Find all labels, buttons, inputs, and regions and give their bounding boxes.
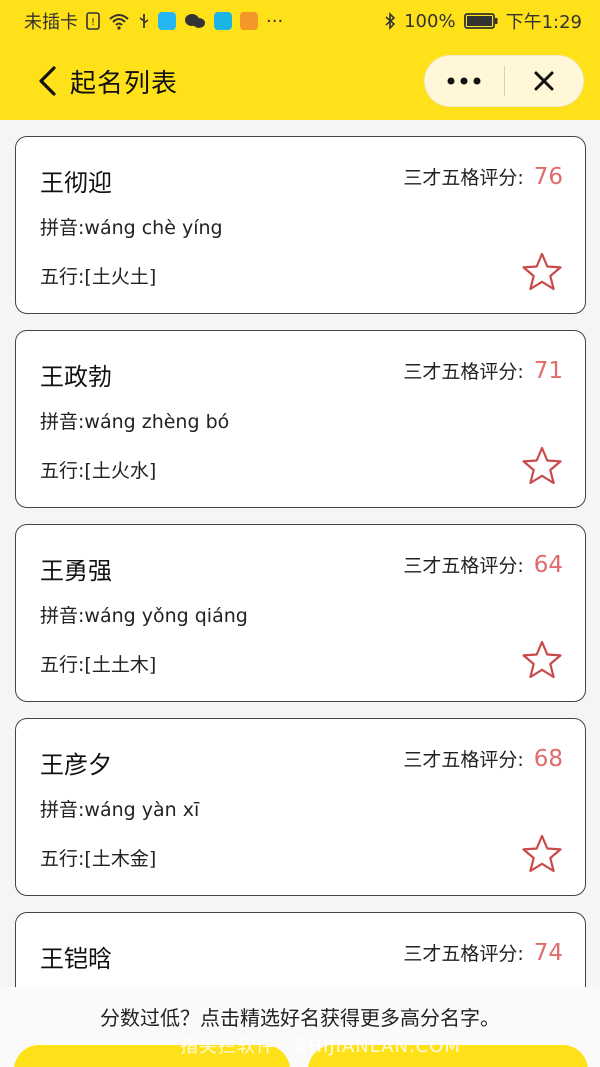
score-row: 三才五格评分: 74 xyxy=(403,939,563,966)
score-label: 三才五格评分: xyxy=(403,167,524,189)
nav-header: 起名列表 xyxy=(0,42,600,120)
page-title: 起名列表 xyxy=(70,68,179,99)
name-text: 王彻迎 xyxy=(40,169,112,197)
name-card[interactable]: 王彦夕 三才五格评分: 68 拼音:wáng yàn xī 五行:[土木金] xyxy=(15,718,586,896)
score-label: 三才五格评分: xyxy=(403,943,524,965)
more-button[interactable] xyxy=(425,55,504,107)
app-icon-book xyxy=(214,12,232,30)
more-icon xyxy=(447,77,481,85)
star-icon[interactable] xyxy=(521,251,563,293)
pinyin-text: 拼音:wáng zhèng bó xyxy=(40,411,230,433)
name-card[interactable]: 王勇强 三才五格评分: 64 拼音:wáng yǒng qiáng 五行:[土土… xyxy=(15,524,586,702)
close-button[interactable] xyxy=(505,55,584,107)
score-value: 76 xyxy=(533,164,563,190)
clock-text: 下午1:29 xyxy=(505,12,582,33)
chevron-left-icon xyxy=(39,66,56,96)
carrier-text: 未插卡 xyxy=(24,12,78,33)
top-bar: 未插卡 ! ··· 100% 下午1:29 起名列表 xyxy=(0,0,600,120)
app-icon-video xyxy=(240,12,258,30)
close-icon xyxy=(534,71,554,91)
score-row: 三才五格评分: 64 xyxy=(403,551,563,578)
wuxing-text: 五行:[土火土] xyxy=(40,266,157,288)
score-value: 68 xyxy=(533,746,563,772)
score-row: 三才五格评分: 76 xyxy=(403,163,563,190)
star-icon[interactable] xyxy=(521,445,563,487)
wechat-icon xyxy=(184,12,206,30)
bottom-bar: 分数过低？点击精选好名获得更多高分名字。 指尖拦软件 · ZHIJIANLAN.… xyxy=(0,987,600,1067)
name-text: 王彦夕 xyxy=(40,751,112,779)
more-notifications: ··· xyxy=(266,10,284,32)
star-icon[interactable] xyxy=(521,833,563,875)
star-icon[interactable] xyxy=(521,639,563,681)
status-right: 100% 下午1:29 xyxy=(384,8,582,34)
score-value: 71 xyxy=(533,358,563,384)
wifi-icon xyxy=(108,12,130,30)
back-button[interactable] xyxy=(22,56,72,106)
name-card[interactable]: 王彻迎 三才五格评分: 76 拼音:wáng chè yíng 五行:[土火土] xyxy=(15,136,586,314)
usb-icon xyxy=(138,12,150,30)
pinyin-text: 拼音:wáng chè yíng xyxy=(40,217,223,239)
name-text: 王政勃 xyxy=(40,363,112,391)
score-label: 三才五格评分: xyxy=(403,361,524,383)
svg-text:!: ! xyxy=(91,17,95,28)
wuxing-text: 五行:[土木金] xyxy=(40,848,157,870)
score-value: 64 xyxy=(533,552,563,578)
pinyin-text: 拼音:wáng yàn xī xyxy=(40,799,200,821)
sim-icon: ! xyxy=(86,12,100,30)
status-bar: 未插卡 ! ··· 100% 下午1:29 xyxy=(0,0,600,42)
name-list: 王彻迎 三才五格评分: 76 拼音:wáng chè yíng 五行:[土火土]… xyxy=(15,136,586,1018)
name-card[interactable]: 王政勃 三才五格评分: 71 拼音:wáng zhèng bó 五行:[土火水] xyxy=(15,330,586,508)
score-value: 74 xyxy=(533,940,563,966)
pinyin-text: 拼音:wáng yǒng qiáng xyxy=(40,605,248,627)
wuxing-text: 五行:[土土木] xyxy=(40,654,157,676)
low-score-tip: 分数过低？点击精选好名获得更多高分名字。 xyxy=(100,1006,500,1030)
score-row: 三才五格评分: 68 xyxy=(403,745,563,772)
score-row: 三才五格评分: 71 xyxy=(403,357,563,384)
app-icon-bulb xyxy=(158,12,176,30)
name-text: 王铠晗 xyxy=(40,945,112,973)
screen: 未插卡 ! ··· 100% 下午1:29 起名列表 王彻迎 三才五格评分: 7… xyxy=(0,0,600,1067)
wuxing-text: 五行:[土火水] xyxy=(40,460,157,482)
status-left: 未插卡 ! ··· xyxy=(24,8,283,34)
watermark-text: 指尖拦软件 · ZHIJIANLAN.COM xyxy=(180,1036,461,1057)
score-label: 三才五格评分: xyxy=(403,555,524,577)
bluetooth-icon xyxy=(384,12,396,30)
score-label: 三才五格评分: xyxy=(403,749,524,771)
mini-program-capsule xyxy=(424,55,584,107)
name-text: 王勇强 xyxy=(40,557,112,585)
battery-text: 100% xyxy=(404,10,456,32)
battery-icon xyxy=(463,12,498,30)
